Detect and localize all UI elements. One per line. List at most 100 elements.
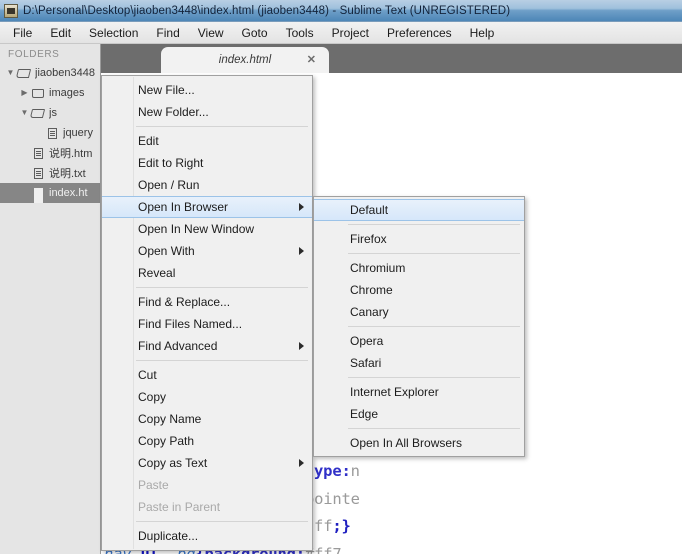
- browser-item-canary[interactable]: Canary: [314, 301, 524, 323]
- code-token: n: [350, 462, 360, 480]
- sidebar-header: FOLDERS: [8, 49, 60, 60]
- chevron-down-icon[interactable]: ▼: [18, 109, 31, 117]
- menu-item-label: Cut: [138, 368, 157, 382]
- menu-separator: [136, 287, 308, 288]
- open-in-browser-submenu[interactable]: Default Firefox Chromium Chrome Canary Opera S…: [313, 196, 525, 457]
- context-menu-item-new-folder[interactable]: New Folder...: [102, 101, 312, 123]
- menu-item-label: Find Files Named...: [138, 317, 243, 331]
- context-menu-item-copy[interactable]: Copy: [102, 386, 312, 408]
- tab-bar: index.html ✕: [101, 44, 682, 73]
- menubar-item-edit[interactable]: Edit: [41, 24, 80, 42]
- menubar-item-find[interactable]: Find: [147, 24, 188, 42]
- menubar-item-tools[interactable]: Tools: [277, 24, 323, 42]
- tree-item-label: 说明.txt: [49, 168, 86, 180]
- menubar-item-file[interactable]: File: [4, 24, 41, 42]
- menu-item-label: Chrome: [350, 283, 393, 297]
- tree-item[interactable]: ▶ images: [0, 83, 100, 103]
- tree-item-label: images: [49, 87, 85, 99]
- context-menu-item-cut[interactable]: Cut: [102, 364, 312, 386]
- tree-item-label: jquery: [63, 127, 93, 139]
- context-menu-item-new-file[interactable]: New File...: [102, 79, 312, 101]
- tab-index-html[interactable]: index.html ✕: [161, 47, 329, 73]
- tree-item[interactable]: index.ht: [0, 183, 100, 203]
- browser-item-safari[interactable]: Safari: [314, 352, 524, 374]
- context-menu-item-open-run[interactable]: Open / Run: [102, 174, 312, 196]
- folder-open-icon: [17, 67, 32, 80]
- tree-item[interactable]: jquery: [0, 123, 100, 143]
- browser-item-default[interactable]: Default: [314, 199, 524, 221]
- context-menu-item-find-replace[interactable]: Find & Replace...: [102, 291, 312, 313]
- file-icon: [45, 127, 60, 140]
- chevron-right-icon: [299, 459, 304, 467]
- menu-item-label: Open In Browser: [138, 200, 229, 214]
- context-menu-item-reveal[interactable]: Reveal: [102, 262, 312, 284]
- menu-item-label: Reveal: [138, 266, 176, 280]
- tree-item[interactable]: 说明.htm: [0, 143, 100, 163]
- context-menu-item-find-files-named[interactable]: Find Files Named...: [102, 313, 312, 335]
- menu-item-label: Open In New Window: [138, 222, 255, 236]
- menu-item-label: Copy as Text: [138, 456, 208, 470]
- context-menu-item-copy-name[interactable]: Copy Name: [102, 408, 312, 430]
- folder-tree: ▼ jiaoben3448 ▶ images ▼ js jquery 说明.htm 说明.txt…: [0, 63, 100, 203]
- tree-item-label: js: [49, 107, 57, 119]
- sidebar-context-menu[interactable]: New File... New Folder... Edit Edit to Righ…: [101, 75, 313, 551]
- close-icon[interactable]: ✕: [307, 53, 316, 66]
- menu-separator: [348, 224, 520, 225]
- menu-item-label: Edge: [350, 407, 379, 421]
- menu-item-label: New Folder...: [138, 105, 209, 119]
- tree-item-label: index.ht: [49, 187, 88, 199]
- sublime-text-window: D:\Personal\Desktop\jiaoben3448\index.ht…: [0, 0, 682, 554]
- menu-item-label: Chromium: [350, 261, 406, 275]
- browser-item-chrome[interactable]: Chrome: [314, 279, 524, 301]
- folder-icon: [31, 87, 46, 100]
- menu-item-label: Open / Run: [138, 178, 200, 192]
- context-menu-item-edit-to-right[interactable]: Edit to Right: [102, 152, 312, 174]
- context-menu-item-find-advanced[interactable]: Find Advanced: [102, 335, 312, 357]
- menu-item-label: Opera: [350, 334, 384, 348]
- chevron-right-icon: [299, 247, 304, 255]
- chevron-right-icon: [299, 203, 304, 211]
- menu-item-label: Open With: [138, 244, 195, 258]
- context-menu-item-duplicate[interactable]: Duplicate...: [102, 525, 312, 547]
- menu-item-label: Paste in Parent: [138, 500, 221, 514]
- context-menu-item-edit[interactable]: Edit: [102, 130, 312, 152]
- browser-item-internet-explorer[interactable]: Internet Explorer: [314, 381, 524, 403]
- menu-separator: [348, 326, 520, 327]
- tree-item[interactable]: ▼ js: [0, 103, 100, 123]
- context-menu-item-open-in-browser[interactable]: Open In Browser: [102, 196, 312, 218]
- context-menu-item-open-with[interactable]: Open With: [102, 240, 312, 262]
- menu-item-label: Canary: [350, 305, 389, 319]
- menu-item-label: New File...: [138, 83, 195, 97]
- context-menu-item-copy-as-text[interactable]: Copy as Text: [102, 452, 312, 474]
- tree-item-label: jiaoben3448: [35, 67, 95, 79]
- chevron-right-icon[interactable]: ▶: [18, 89, 31, 97]
- menu-separator: [136, 126, 308, 127]
- menubar-item-help[interactable]: Help: [461, 24, 504, 42]
- browser-item-edge[interactable]: Edge: [314, 403, 524, 425]
- file-icon: [31, 167, 46, 180]
- browser-item-firefox[interactable]: Firefox: [314, 228, 524, 250]
- chevron-down-icon[interactable]: ▼: [4, 69, 17, 77]
- menu-item-label: Copy Path: [138, 434, 195, 448]
- tree-item-label: 说明.htm: [49, 148, 93, 160]
- tree-item[interactable]: ▼ jiaoben3448: [0, 63, 100, 83]
- menubar-item-preferences[interactable]: Preferences: [378, 24, 461, 42]
- menu-item-label: Copy: [138, 390, 167, 404]
- tree-item[interactable]: 说明.txt: [0, 163, 100, 183]
- file-icon: [31, 187, 46, 200]
- browser-item-open-in-all-browsers[interactable]: Open In All Browsers: [314, 432, 524, 454]
- menubar-item-project[interactable]: Project: [323, 24, 378, 42]
- chevron-right-icon: [299, 342, 304, 350]
- browser-item-opera[interactable]: Opera: [314, 330, 524, 352]
- menubar-item-selection[interactable]: Selection: [80, 24, 147, 42]
- context-menu-item-open-in-new-window[interactable]: Open In New Window: [102, 218, 312, 240]
- menubar-item-view[interactable]: View: [189, 24, 233, 42]
- context-menu-item-paste-in-parent: Paste in Parent: [102, 496, 312, 518]
- browser-item-chromium[interactable]: Chromium: [314, 257, 524, 279]
- menu-item-label: Internet Explorer: [350, 385, 439, 399]
- context-menu-item-copy-path[interactable]: Copy Path: [102, 430, 312, 452]
- folder-open-icon: [31, 107, 46, 120]
- menu-separator: [348, 377, 520, 378]
- menubar-item-goto[interactable]: Goto: [233, 24, 277, 42]
- tab-label: index.html: [218, 54, 272, 66]
